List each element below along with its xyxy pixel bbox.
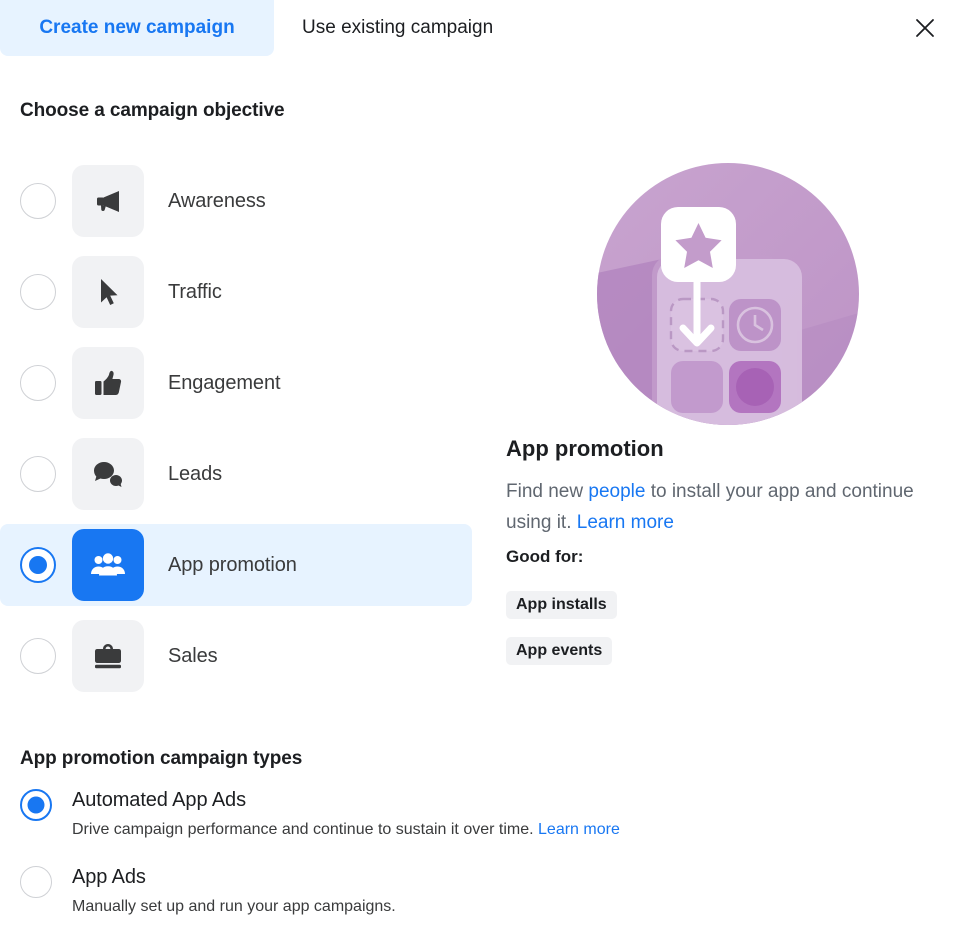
objective-label-app-promotion: App promotion — [168, 553, 297, 576]
close-icon — [916, 19, 934, 37]
radio-app-ads[interactable] — [20, 866, 52, 898]
tab-use-existing-campaign[interactable]: Use existing campaign — [274, 0, 554, 56]
objective-label-awareness: Awareness — [168, 189, 266, 212]
campaign-type-automated-app-ads[interactable]: Automated App Ads Drive campaign perform… — [20, 786, 780, 841]
cursor-icon — [101, 279, 118, 305]
radio-engagement[interactable] — [20, 365, 56, 401]
campaign-type-desc-app-ads-text: Manually set up and run your app campaig… — [72, 898, 396, 915]
close-button[interactable] — [905, 8, 945, 48]
campaign-type-text-automated: Automated App Ads Drive campaign perform… — [72, 786, 620, 841]
thumbs-up-icon-tile — [72, 347, 144, 419]
objective-list: Awareness Traffic Engagement Leads App p… — [0, 160, 472, 706]
detail-heading: App promotion — [506, 436, 664, 461]
good-for-label: Good for: — [506, 547, 584, 566]
thumbs-up-icon — [95, 370, 122, 395]
page-title: Choose a campaign objective — [20, 100, 285, 121]
tab-create-new-campaign-label: Create new campaign — [39, 17, 235, 38]
tab-use-existing-campaign-label: Use existing campaign — [302, 17, 494, 38]
speech-bubbles-icon-tile — [72, 438, 144, 510]
objective-row-leads[interactable]: Leads — [0, 433, 472, 515]
radio-awareness[interactable] — [20, 183, 56, 219]
objective-row-awareness[interactable]: Awareness — [0, 160, 472, 242]
objective-row-app-promotion[interactable]: App promotion — [0, 524, 472, 606]
objective-row-engagement[interactable]: Engagement — [0, 342, 472, 424]
detail-description: Find new people to install your app and … — [506, 476, 918, 538]
radio-automated-app-ads[interactable] — [20, 789, 52, 821]
app-promotion-illustration — [597, 163, 859, 425]
campaign-type-name-app-ads: App Ads — [72, 866, 146, 888]
campaign-types-list: Automated App Ads Drive campaign perform… — [20, 786, 780, 940]
people-group-icon — [91, 553, 125, 576]
objective-row-sales[interactable]: Sales — [0, 615, 472, 697]
campaign-type-desc-automated-text: Drive campaign performance and continue … — [72, 821, 539, 838]
radio-sales[interactable] — [20, 638, 56, 674]
radio-app-promotion[interactable] — [20, 547, 56, 583]
campaign-type-text-app-ads: App Ads Manually set up and run your app… — [72, 863, 396, 918]
objective-label-sales: Sales — [168, 644, 218, 667]
people-group-icon-tile — [72, 529, 144, 601]
campaign-types-title: App promotion campaign types — [20, 748, 303, 769]
campaign-type-name-automated: Automated App Ads — [72, 789, 246, 811]
tab-bar: Create new campaign Use existing campaig… — [0, 0, 960, 56]
learn-more-link-automated[interactable]: Learn more — [538, 821, 620, 838]
detail-desc-part1: Find new — [506, 481, 589, 502]
learn-more-link-detail[interactable]: Learn more — [577, 512, 674, 533]
people-link[interactable]: people — [588, 481, 645, 502]
briefcase-icon — [95, 644, 121, 669]
campaign-type-desc-automated: Drive campaign performance and continue … — [72, 819, 620, 841]
cursor-icon-tile — [72, 256, 144, 328]
status-badge-app-events: App events — [506, 637, 613, 665]
objective-label-traffic: Traffic — [168, 280, 222, 303]
radio-leads[interactable] — [20, 456, 56, 492]
status-badge-app-installs: App installs — [506, 591, 617, 619]
objective-label-leads: Leads — [168, 462, 222, 485]
objective-label-engagement: Engagement — [168, 371, 281, 394]
campaign-type-app-ads[interactable]: App Ads Manually set up and run your app… — [20, 863, 780, 918]
megaphone-icon-tile — [72, 165, 144, 237]
megaphone-icon — [97, 191, 119, 212]
campaign-type-desc-app-ads: Manually set up and run your app campaig… — [72, 896, 396, 918]
objective-row-traffic[interactable]: Traffic — [0, 251, 472, 333]
speech-bubbles-icon — [94, 462, 122, 487]
tab-create-new-campaign[interactable]: Create new campaign — [0, 0, 274, 56]
radio-traffic[interactable] — [20, 274, 56, 310]
briefcase-icon-tile — [72, 620, 144, 692]
